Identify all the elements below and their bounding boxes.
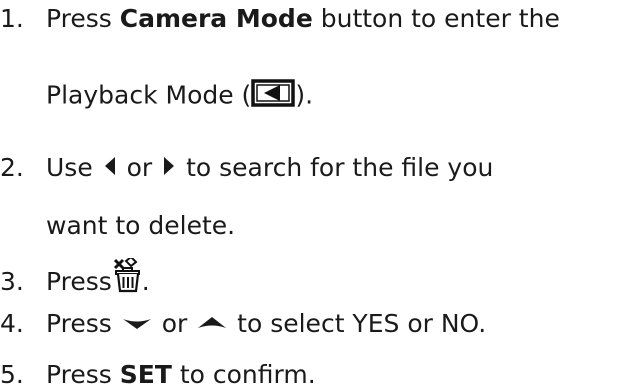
step-number: 5.	[0, 360, 24, 389]
left-arrow-icon	[101, 154, 119, 185]
step-text: Press	[46, 4, 120, 33]
step-number: 4.	[0, 309, 24, 338]
step-text: Press	[46, 309, 120, 338]
step-1-continuation: Playback Mode ().	[46, 78, 313, 115]
step-text: Press	[46, 360, 120, 389]
step-text: to select YES or NO.	[229, 309, 487, 338]
step-4: 4. Press or to select YES or NO.	[0, 309, 486, 340]
step-5: 5. Press SET to confirm.	[0, 360, 316, 390]
step-text: button to enter the	[312, 4, 560, 33]
step-2-continuation: want to delete.	[46, 211, 235, 241]
step-number: 1.	[0, 4, 24, 33]
step-text: to search for the file you	[178, 153, 494, 182]
set-button-label: SET	[119, 360, 172, 389]
step-text: Press	[46, 267, 112, 296]
step-1: 1. Press Camera Mode button to enter the	[0, 4, 560, 34]
step-text: want to delete.	[46, 211, 236, 240]
step-text: ).	[295, 80, 314, 110]
step-text: to confirm.	[171, 360, 316, 389]
step-text: .	[141, 267, 150, 296]
step-text: or	[153, 309, 196, 338]
delete-trash-icon	[112, 255, 142, 301]
step-number: 2.	[0, 153, 24, 182]
camera-mode-label: Camera Mode	[119, 4, 313, 33]
step-text: or	[118, 153, 161, 182]
step-number: 3.	[0, 267, 24, 296]
up-arrow-icon	[195, 310, 229, 340]
step-text: Use	[46, 153, 101, 182]
down-arrow-icon	[120, 310, 154, 340]
step-3: 3. Press.	[0, 255, 150, 301]
step-text: Playback Mode (	[46, 80, 252, 110]
step-2: 2. Use or to search for the file you	[0, 153, 493, 185]
right-arrow-icon	[160, 154, 178, 185]
playback-mode-icon	[251, 78, 296, 115]
